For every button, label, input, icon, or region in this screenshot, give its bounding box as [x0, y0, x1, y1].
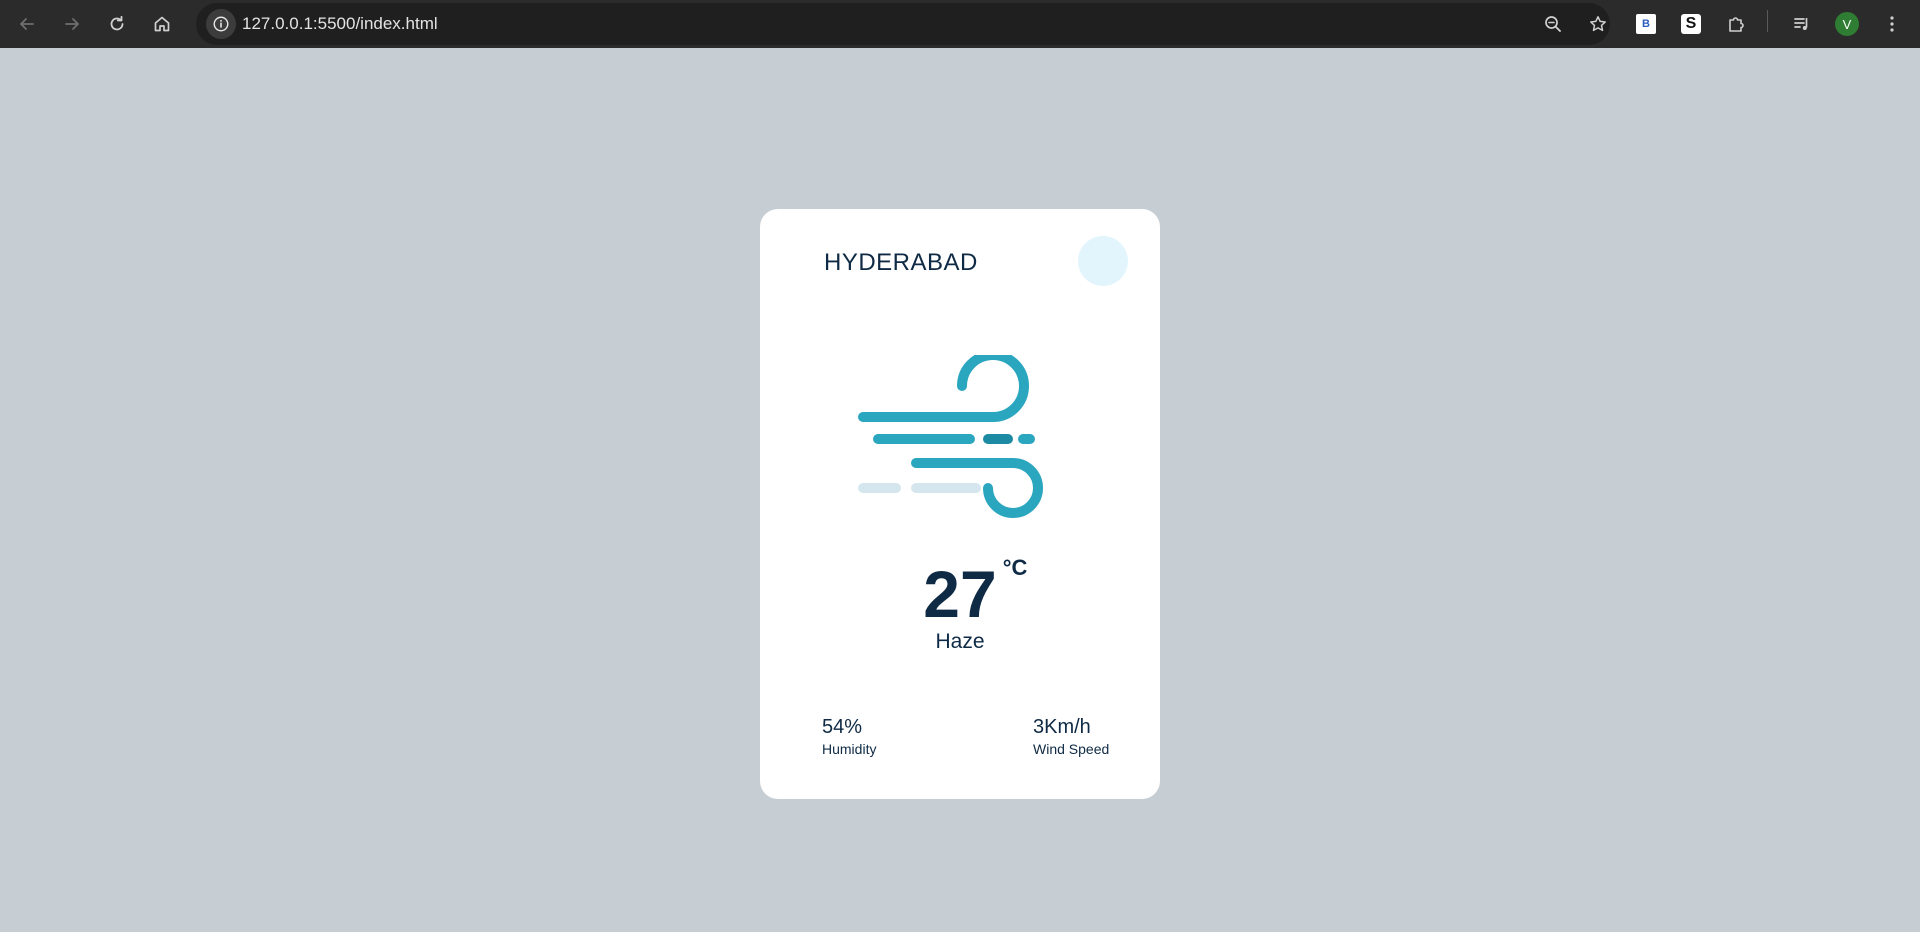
zoom-out-icon	[1545, 16, 1561, 32]
wind-icon	[858, 355, 1043, 518]
city-name: HYDERABAD	[824, 249, 978, 276]
humidity-stat: 54% Humidity	[822, 715, 876, 758]
wind-speed-value: 3Km/h	[1033, 716, 1091, 738]
puzzle-icon	[1729, 17, 1744, 32]
kebab-menu-icon	[1890, 16, 1894, 32]
site-info-button[interactable]	[206, 9, 236, 39]
temperature-number: 27	[923, 557, 997, 631]
home-icon	[154, 16, 170, 32]
temperature-unit: °C	[1002, 555, 1028, 580]
extension-b-icon: B	[1636, 14, 1656, 34]
profile-button[interactable]: V	[1831, 8, 1863, 40]
reload-button[interactable]	[99, 6, 135, 42]
forward-arrow-icon	[65, 18, 79, 30]
playlist-icon	[1794, 18, 1808, 30]
address-bar[interactable]: 127.0.0.1:5500/index.html	[196, 3, 1610, 45]
avatar: V	[1835, 12, 1859, 36]
humidity-value: 54%	[822, 716, 863, 738]
wind-speed-stat: 3Km/h Wind Speed	[1033, 715, 1109, 758]
browser-toolbar: 127.0.0.1:5500/index.html B S V	[0, 0, 1920, 48]
back-arrow-icon	[20, 18, 34, 30]
extension-b-button[interactable]: B	[1630, 8, 1662, 40]
info-icon	[213, 16, 229, 32]
extensions-menu-button[interactable]	[1720, 8, 1752, 40]
toolbar-divider	[1767, 10, 1768, 32]
back-button[interactable]	[9, 6, 45, 42]
temperature-display: 27 °C	[760, 554, 1160, 634]
reload-icon	[110, 15, 124, 31]
zoom-button[interactable]	[1538, 9, 1568, 39]
extension-s-icon: S	[1681, 14, 1701, 34]
forward-button[interactable]	[54, 6, 90, 42]
star-icon	[1590, 16, 1606, 32]
weather-card: HYDERABAD 27 °C Haze 54% Humidity 3Km/h W…	[760, 209, 1160, 799]
wind-speed-label: Wind Speed	[1033, 741, 1110, 757]
temperature-value: 27 °C	[923, 554, 1027, 634]
weather-condition: Haze	[935, 630, 985, 653]
media-controls-button[interactable]	[1786, 8, 1818, 40]
browser-menu-button[interactable]	[1876, 8, 1908, 40]
city-search-button[interactable]	[1078, 236, 1128, 286]
humidity-label: Humidity	[822, 741, 877, 757]
home-button[interactable]	[144, 6, 180, 42]
extension-s-button[interactable]: S	[1675, 8, 1707, 40]
bookmark-button[interactable]	[1583, 9, 1613, 39]
url-text[interactable]: 127.0.0.1:5500/index.html	[242, 3, 438, 45]
